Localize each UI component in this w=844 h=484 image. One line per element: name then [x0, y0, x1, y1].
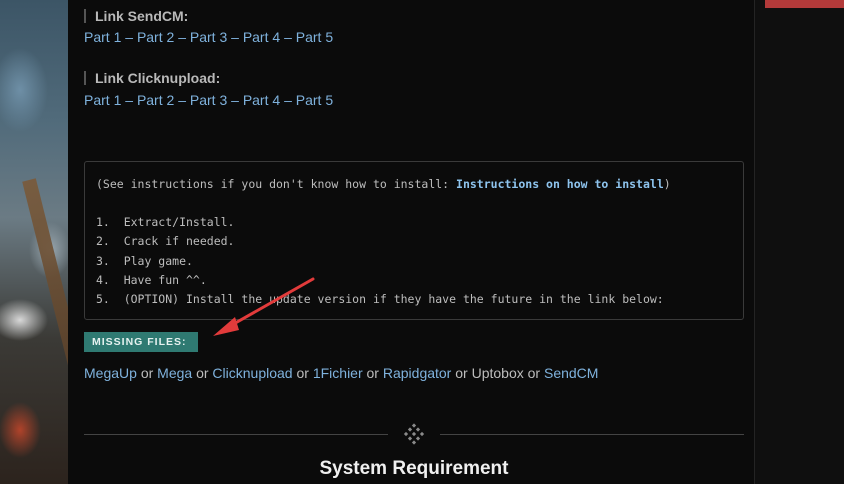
missing-files-hosts: MegaUp or Mega or Clicknupload or 1Fichi… [84, 365, 599, 381]
clicknupload-part-4-link[interactable]: Part 4 [243, 92, 280, 108]
divider-line-left [84, 434, 388, 435]
red-annotation-arrow-icon [213, 277, 315, 336]
host-uptobox-text: Uptobox [471, 365, 524, 381]
section-title-clicknupload: Link Clicknupload: [84, 71, 220, 85]
sidebar-banner[interactable] [765, 0, 844, 8]
instructions-intro: (See instructions if you don't know how … [96, 177, 671, 191]
instruction-step-1: 1. Extract/Install. [96, 215, 235, 229]
sendcm-part-1-link[interactable]: Part 1 [84, 29, 121, 45]
instruction-step-2: 2. Crack if needed. [96, 234, 235, 248]
sendcm-parts: Part 1 – Part 2 – Part 3 – Part 4 – Part… [84, 29, 334, 45]
right-sidebar [754, 0, 844, 484]
instructions-box: (See instructions if you don't know how … [84, 161, 744, 320]
instructions-link[interactable]: Instructions on how to install [456, 177, 664, 191]
host-1fichier-link[interactable]: 1Fichier [313, 365, 363, 381]
host-clicknupload-link[interactable]: Clicknupload [212, 365, 292, 381]
instruction-step-3: 3. Play game. [96, 254, 193, 268]
clicknupload-part-5-link[interactable]: Part 5 [296, 92, 333, 108]
sendcm-part-4-link[interactable]: Part 4 [243, 29, 280, 45]
sendcm-part-5-link[interactable]: Part 5 [296, 29, 333, 45]
section-title-sendcm: Link SendCM: [84, 9, 188, 23]
host-sendcm-link[interactable]: SendCM [544, 365, 598, 381]
clicknupload-part-2-link[interactable]: Part 2 [137, 92, 174, 108]
clicknupload-parts: Part 1 – Part 2 – Part 3 – Part 4 – Part… [84, 92, 334, 108]
host-megaup-link[interactable]: MegaUp [84, 365, 137, 381]
system-requirement-heading: System Requirement [319, 458, 509, 479]
instruction-step-4: 4. Have fun ^^. [96, 273, 207, 287]
left-background-art [0, 0, 68, 484]
missing-files-badge: MISSING FILES: [84, 332, 198, 352]
instruction-step-5: 5. (OPTION) Install the update version i… [96, 292, 664, 306]
diamond-ornament-icon [403, 423, 425, 445]
clicknupload-part-3-link[interactable]: Part 3 [190, 92, 227, 108]
host-mega-link[interactable]: Mega [157, 365, 192, 381]
sendcm-part-3-link[interactable]: Part 3 [190, 29, 227, 45]
divider-line-right [440, 434, 744, 435]
clicknupload-part-1-link[interactable]: Part 1 [84, 92, 121, 108]
host-rapidgator-link[interactable]: Rapidgator [383, 365, 452, 381]
sendcm-part-2-link[interactable]: Part 2 [137, 29, 174, 45]
